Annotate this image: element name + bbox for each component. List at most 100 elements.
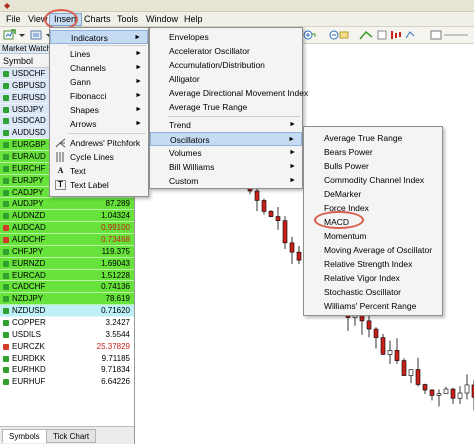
menu-item-osc-average-true-range[interactable]: Average True Range xyxy=(304,131,442,145)
menu-item-volumes[interactable]: Volumes ► xyxy=(150,146,302,160)
symbol-status-icon xyxy=(3,94,9,101)
table-row[interactable]: EURCAD 1.51228 xyxy=(0,269,134,282)
table-row[interactable]: COPPER 3.2427 xyxy=(0,317,134,329)
symbol-bid: 0.99100 xyxy=(101,223,130,233)
menu-item-macd[interactable]: MACD xyxy=(304,215,442,229)
table-row[interactable]: AUDCAD 0.99100 xyxy=(0,222,134,235)
menu-item-trend[interactable]: Trend ► xyxy=(150,118,302,132)
table-row[interactable]: EURNZD 1.69043 xyxy=(0,257,134,270)
menu-separator xyxy=(168,116,300,117)
symbol-status-icon xyxy=(3,260,9,267)
menu-item-text-label[interactable]: T Text Label xyxy=(50,178,148,192)
menu-tools[interactable]: Tools xyxy=(113,13,142,26)
table-row[interactable]: NZDUSD 0.71620 xyxy=(0,305,134,318)
submenu-arrow-icon: ► xyxy=(135,92,142,99)
text-label-icon: T xyxy=(55,180,66,190)
menu-item-alligator[interactable]: Alligator xyxy=(150,72,302,86)
tab-symbols[interactable]: Symbols xyxy=(2,429,47,443)
menu-item-osma[interactable]: Moving Average of Oscillator xyxy=(304,243,442,257)
profiles-icon[interactable] xyxy=(30,29,43,41)
symbol-status-icon xyxy=(3,130,9,137)
menu-item-bill-williams[interactable]: Bill Williams ► xyxy=(150,160,302,174)
symbol-status-icon xyxy=(3,213,9,220)
table-row[interactable]: CHFJPY 119.375 xyxy=(0,245,134,258)
menu-item-arrows[interactable]: Arrows ► xyxy=(50,117,148,131)
bottom-tabs: Symbols Tick Chart xyxy=(0,426,134,444)
candle-body xyxy=(254,190,260,201)
menu-item-cci[interactable]: Commodity Channel Index xyxy=(304,173,442,187)
menu-item-stochastic[interactable]: Stochastic Oscillator xyxy=(304,285,442,299)
candle-body xyxy=(261,200,267,212)
symbol-name: EURNZD xyxy=(12,258,46,268)
table-row[interactable]: CADCHF 0.74136 xyxy=(0,281,134,294)
menu-item-admi[interactable]: Average Directional Movement Index xyxy=(150,86,308,100)
menu-item-accelerator-oscillator[interactable]: Accelerator Oscillator xyxy=(150,44,302,58)
menu-item-oscillators[interactable]: Oscillators ► xyxy=(150,132,302,146)
timeframe-icon[interactable] xyxy=(430,29,470,41)
menu-view[interactable]: View xyxy=(24,13,51,26)
zoom-out-icon[interactable] xyxy=(328,29,356,41)
menu-item-accumulation-distribution[interactable]: Accumulation/Distribution xyxy=(150,58,302,72)
menu-item-average-true-range[interactable]: Average True Range xyxy=(150,100,302,114)
title-bar: ◆ xyxy=(0,0,474,12)
menu-item-fibonacci[interactable]: Fibonacci ► xyxy=(50,89,148,103)
menu-insert[interactable]: Insert xyxy=(49,13,82,26)
symbol-name: USDCHF xyxy=(12,69,46,78)
symbol-status-icon xyxy=(3,237,9,244)
candle-body xyxy=(296,251,302,261)
menu-item-momentum[interactable]: Momentum xyxy=(304,229,442,243)
symbol-name: AUDCAD xyxy=(12,223,46,233)
menu-item-indicators[interactable]: Indicators ► xyxy=(50,30,148,44)
table-row[interactable]: EURDKK 9.71185 xyxy=(0,352,134,365)
symbol-status-icon xyxy=(3,367,9,374)
menu-item-rvi[interactable]: Relative Vigor Index xyxy=(304,271,442,285)
submenu-arrow-icon: ► xyxy=(288,136,295,143)
table-row[interactable]: EURCZK 25.37829 xyxy=(0,340,134,353)
table-row[interactable]: NZDJPY 78.619 xyxy=(0,293,134,306)
table-row[interactable]: EURHUF 6.64226 xyxy=(0,376,134,389)
symbol-bid: 119.375 xyxy=(101,246,130,256)
menu-item-bears-power[interactable]: Bears Power xyxy=(304,145,442,159)
menu-item-rsi[interactable]: Relative Strength Index xyxy=(304,257,442,271)
candle-body xyxy=(366,320,372,330)
symbol-status-icon xyxy=(3,296,9,303)
table-row[interactable]: EURHKD 9.71834 xyxy=(0,364,134,377)
symbol-name: EURHKD xyxy=(12,365,46,375)
new-chart-icon[interactable] xyxy=(3,29,16,41)
menu-item-andrews-pitchfork[interactable]: Andrews' Pitchfork xyxy=(50,136,148,150)
table-row[interactable]: AUDNZD 1.04324 xyxy=(0,210,134,223)
menu-help[interactable]: Help xyxy=(180,13,207,26)
dropdown-arrow-icon[interactable] xyxy=(18,29,26,41)
menu-item-gann[interactable]: Gann ► xyxy=(50,75,148,89)
candle-body xyxy=(401,360,407,376)
menu-item-force-index[interactable]: Force Index xyxy=(304,201,442,215)
menu-item-lines[interactable]: Lines ► xyxy=(50,47,148,61)
symbol-name: CADJPY xyxy=(12,187,44,197)
menu-item-text[interactable]: A Text xyxy=(50,164,148,178)
tab-tick-chart[interactable]: Tick Chart xyxy=(46,429,97,443)
menu-item-shapes[interactable]: Shapes ► xyxy=(50,103,148,117)
table-row[interactable]: AUDJPY 87.289 xyxy=(0,198,134,211)
symbol-status-icon xyxy=(3,308,9,315)
menu-item-williams-percent-range[interactable]: Williams' Percent Range xyxy=(304,299,442,313)
menu-item-demarker[interactable]: DeMarker xyxy=(304,187,442,201)
symbol-name: EURCAD xyxy=(12,270,46,280)
indicators-icon xyxy=(56,33,67,43)
chart-tools-icon[interactable] xyxy=(358,29,418,41)
symbol-name: GBPUSD xyxy=(12,80,46,90)
menu-item-cycle-lines[interactable]: Cycle Lines xyxy=(50,150,148,164)
table-row[interactable]: AUDCHF 0.73468 xyxy=(0,234,134,246)
menu-file[interactable]: File xyxy=(2,13,25,26)
menu-window[interactable]: Window xyxy=(142,13,182,26)
menu-charts[interactable]: Charts xyxy=(80,13,115,26)
symbol-status-icon xyxy=(3,320,9,327)
menu-item-bulls-power[interactable]: Bulls Power xyxy=(304,159,442,173)
symbol-bid: 1.04324 xyxy=(101,211,130,221)
symbol-bid: 25.37829 xyxy=(96,341,130,351)
table-row[interactable]: USDILS 3.5544 xyxy=(0,328,134,341)
menu-item-envelopes[interactable]: Envelopes xyxy=(150,30,302,44)
menu-item-channels[interactable]: Channels ► xyxy=(50,61,148,75)
menu-item-custom[interactable]: Custom ► xyxy=(150,174,302,188)
text-icon: A xyxy=(57,166,64,175)
symbol-status-icon xyxy=(3,355,9,362)
